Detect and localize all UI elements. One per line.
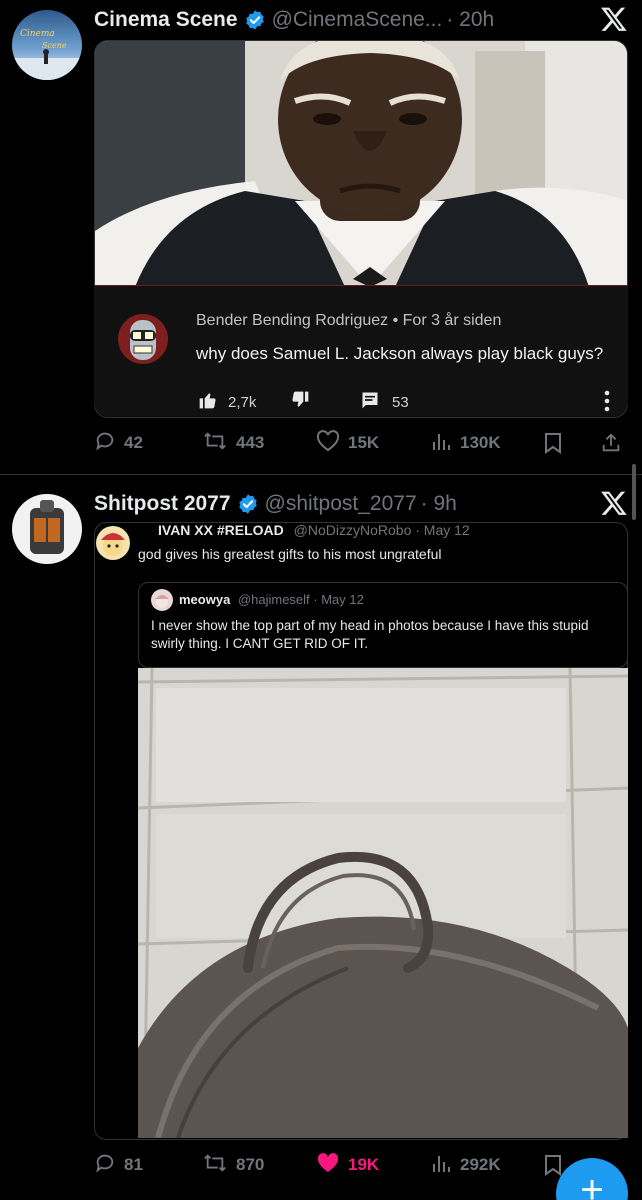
share-icon[interactable] <box>600 432 630 454</box>
repost-button[interactable]: 443 <box>202 430 264 457</box>
bender-avatar <box>118 314 168 364</box>
youtube-comment-text: why does Samuel L. Jackson always play b… <box>196 344 604 363</box>
youtube-like-count: 2,7k <box>198 390 256 414</box>
svg-text:Scene: Scene <box>42 41 67 50</box>
like-button[interactable]: 15K <box>316 429 379 457</box>
repost-button[interactable]: 870 <box>202 1152 264 1179</box>
reply-button[interactable]: 81 <box>94 1152 143 1179</box>
views-button[interactable]: 130K <box>432 430 501 457</box>
post1-actions: 42 443 15K 130K <box>94 428 628 458</box>
avatar-shitpost-2077[interactable] <box>12 494 82 564</box>
inner-quote-text: I never show the top part of my head in … <box>151 618 589 651</box>
scrollbar-thumb[interactable] <box>632 464 636 520</box>
inner-quote-card: meowya @hajimeself · May 12 I never show… <box>138 582 628 668</box>
like-button[interactable]: 19K <box>316 1152 379 1179</box>
inner-quote-author-name: meowya <box>179 592 231 607</box>
repost-icon <box>202 430 236 457</box>
post2-actions: 81 870 19K 292K <box>94 1150 628 1180</box>
reply-button[interactable]: 42 <box>94 430 143 457</box>
quoted-author-name: IVAN XX #RELOAD <box>158 522 284 538</box>
quoted-avatar <box>96 526 130 560</box>
author-name[interactable]: Cinema Scene <box>94 8 238 32</box>
thumbs-down-icon <box>290 390 310 410</box>
post-time[interactable]: · 9h <box>421 492 457 516</box>
youtube-comment-meta: Bender Bending Rodriguez • For 3 år side… <box>196 312 502 329</box>
post-time[interactable]: · 20h <box>446 8 494 32</box>
post1-header: Cinema Scene @CinemaScene... · 20h <box>94 2 630 38</box>
quoted-text: god gives his greatest gifts to his most… <box>138 546 442 562</box>
quoted-author-handle: @NoDizzyNoRobo · May 12 <box>293 522 470 538</box>
x-logo-icon[interactable] <box>600 5 628 33</box>
views-button[interactable]: 292K <box>432 1152 501 1179</box>
bookmark-icon[interactable] <box>544 432 570 454</box>
comment-icon <box>360 390 380 414</box>
reply-icon <box>94 1152 124 1179</box>
views-icon <box>432 430 460 457</box>
svg-text:Cinema: Cinema <box>20 29 55 39</box>
author-handle[interactable]: @CinemaScene... <box>272 8 443 32</box>
avatar-cinema-scene[interactable]: Cinema Scene <box>12 10 82 80</box>
heart-icon <box>316 1152 348 1179</box>
youtube-comment-age: For 3 år siden <box>402 312 502 329</box>
youtube-comment: Bender Bending Rodriguez • For 3 år side… <box>94 286 628 416</box>
more-vertical-icon <box>604 390 610 412</box>
quoted-author: IVAN XX #RELOAD @NoDizzyNoRobo · May 12 <box>158 522 470 538</box>
inner-quote-author-handle: @hajimeself · May 12 <box>237 592 364 607</box>
post-divider <box>0 474 642 475</box>
repost-icon <box>202 1152 236 1179</box>
youtube-comment-author: Bender Bending Rodriguez <box>196 312 389 329</box>
thumbs-up-icon <box>198 390 218 414</box>
inner-quote-author: meowya @hajimeself · May 12 <box>179 592 364 607</box>
hair-photo-image[interactable] <box>138 668 628 1138</box>
reply-icon <box>94 430 124 457</box>
author-handle[interactable]: @shitpost_2077 <box>265 492 417 516</box>
youtube-reply-count: 53 <box>360 390 409 414</box>
plus-icon: + <box>580 1168 604 1200</box>
views-icon <box>432 1152 460 1179</box>
verified-badge-icon <box>237 493 259 515</box>
x-logo-icon[interactable] <box>600 489 628 517</box>
inner-quote-avatar <box>151 589 173 611</box>
movie-still-image[interactable] <box>95 41 628 287</box>
author-name[interactable]: Shitpost 2077 <box>94 492 231 516</box>
heart-icon <box>316 429 348 457</box>
post2-header: Shitpost 2077 @shitpost_2077 · 9h <box>94 486 630 522</box>
verified-badge-icon <box>244 9 266 31</box>
